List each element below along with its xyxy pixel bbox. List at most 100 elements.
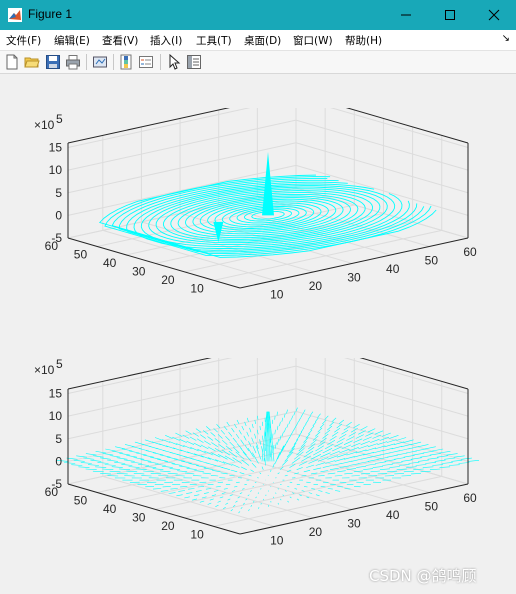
pointer-icon[interactable]	[166, 54, 182, 70]
maximize-button[interactable]	[428, 0, 472, 30]
quiver-arrow	[396, 437, 407, 441]
quiver-arrow	[232, 437, 238, 443]
quiver-arrow	[100, 473, 112, 475]
quiver-arrow	[258, 507, 260, 509]
quiver-arrow	[251, 423, 254, 429]
maximize-icon	[445, 10, 455, 20]
insert-colorbar-icon[interactable]	[118, 54, 134, 70]
menu-view[interactable]: 查看(V)	[102, 33, 138, 48]
z-tick-label: 5	[55, 186, 62, 200]
quiver-arrow	[312, 421, 317, 427]
quiver-arrow	[124, 444, 135, 448]
quiver-arrow	[279, 421, 281, 427]
quiver-arrow	[303, 486, 308, 488]
quiver-arrow	[375, 461, 386, 464]
y-tick-label: 30	[132, 510, 146, 524]
grid-line	[67, 388, 297, 440]
quiver-arrow	[180, 486, 188, 488]
quiver-arrow	[372, 450, 384, 454]
menu-insert[interactable]: 插入(I)	[150, 33, 182, 48]
x-tick-label: 20	[309, 525, 323, 539]
z-exponent-power: 5	[56, 112, 63, 126]
quiver-arrow	[228, 431, 233, 437]
menu-window[interactable]: 窗口(W)	[293, 33, 333, 48]
quiver-arrow	[116, 473, 128, 475]
quiver-arrow	[215, 486, 221, 488]
quiver-arrow	[115, 446, 126, 450]
quiver-arrow	[184, 472, 195, 475]
quiver-arrow	[211, 494, 217, 497]
grid-line	[213, 475, 442, 527]
save-icon[interactable]	[45, 54, 61, 70]
menu-file[interactable]: 文件(F)	[6, 33, 41, 48]
quiver-arrow	[238, 511, 241, 514]
quiver-arrow	[429, 468, 441, 470]
quiver-arrow	[160, 490, 169, 492]
link-plot-icon[interactable]	[92, 54, 108, 70]
quiver-arrow	[384, 443, 395, 448]
quiver-arrow	[169, 468, 181, 470]
quiver-arrow	[259, 472, 262, 475]
open-file-icon[interactable]	[24, 54, 40, 70]
menu-help[interactable]: 帮助(H)	[345, 33, 382, 48]
quiver-arrow	[186, 440, 195, 445]
insert-legend-icon[interactable]	[138, 54, 154, 70]
print-icon[interactable]	[65, 54, 81, 70]
quiver-arrow	[227, 498, 231, 501]
menu-tools[interactable]: 工具(T)	[196, 33, 232, 48]
quiver-arrow	[336, 423, 343, 429]
quiver-arrow	[189, 436, 197, 441]
quiver-arrow	[296, 498, 300, 501]
toolbar-separator	[160, 54, 161, 70]
quiver-arrow	[313, 467, 322, 470]
z-tick-label: 5	[55, 432, 62, 446]
quiver-arrow	[157, 459, 169, 462]
quiver-arrow	[289, 496, 292, 499]
quiver-arrow	[403, 470, 414, 473]
quiver-arrow	[394, 457, 406, 460]
quiver-arrow	[339, 434, 347, 439]
title-bar: Figure 1	[0, 0, 516, 30]
quiver-arrow	[394, 473, 405, 475]
quiver-arrow	[367, 428, 376, 433]
axes-2[interactable]: ×10 5 15 10 5 0 -5 10 20 30 40 50 60 10 20 30 40 50 60	[0, 358, 516, 558]
quiver-arrow	[307, 415, 311, 420]
y-tick-label: 20	[161, 519, 175, 533]
quiver-arrow	[80, 462, 92, 464]
quiver-arrow	[341, 460, 353, 464]
menu-edit[interactable]: 编辑(E)	[54, 33, 90, 48]
quiver-arrow	[165, 435, 173, 439]
quiver-arrow	[105, 448, 116, 452]
axes-1[interactable]: ×10 5 15 10 5 0 -5 10 20 30 40 50 60 10 20 30 40 50 60	[0, 108, 516, 308]
quiver-arrow	[444, 457, 456, 460]
quiver-arrow	[250, 490, 252, 492]
quiver-arrow	[121, 464, 133, 466]
quiver-arrow	[230, 469, 238, 473]
quiver-arrow	[244, 484, 247, 486]
close-button[interactable]	[472, 0, 516, 30]
minimize-button[interactable]	[384, 0, 428, 30]
quiver-arrow	[195, 490, 202, 492]
quiver-arrow	[276, 425, 279, 431]
quiver-arrow	[95, 451, 107, 454]
menu-desktop[interactable]: 桌面(D)	[244, 33, 281, 48]
quiver-arrow	[200, 444, 209, 450]
x-tick-label: 60	[463, 491, 477, 505]
quiver-arrow	[244, 444, 250, 452]
quiver-arrow	[242, 488, 245, 490]
y-tick-label: 60	[45, 239, 59, 253]
quiver-arrow	[119, 468, 131, 470]
new-figure-icon[interactable]	[4, 54, 20, 70]
quiver-arrow	[327, 472, 336, 475]
quiver-arrow	[102, 453, 114, 456]
quiver-arrow	[327, 488, 333, 490]
dock-figure-icon[interactable]: ↘	[502, 33, 510, 44]
quiver-arrow	[351, 458, 362, 462]
quiver-arrow	[307, 429, 313, 435]
quiver-arrow	[308, 492, 313, 494]
quiver-arrow	[252, 486, 255, 488]
property-inspector-icon[interactable]	[186, 54, 202, 70]
quiver-arrow	[277, 472, 280, 475]
quiver-arrow	[168, 492, 176, 494]
axis-line	[67, 108, 230, 144]
